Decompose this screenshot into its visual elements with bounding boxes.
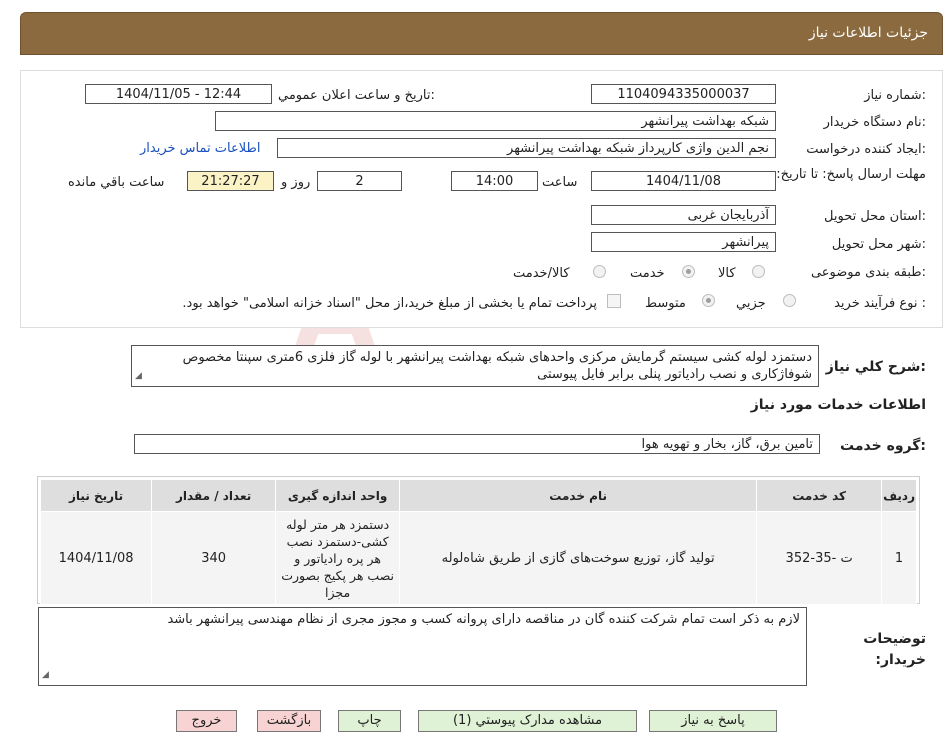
province-label: استان محل تحویل: bbox=[824, 209, 926, 224]
cell-name: تولید گاز، توزیع سوخت‌های گازی از طریق ش… bbox=[399, 511, 758, 605]
form-panel bbox=[20, 70, 943, 328]
table-row: 1 ت -35-352 تولید گاز، توزیع سوخت‌های گا… bbox=[39, 511, 917, 605]
col-name-header: نام خدمت bbox=[399, 479, 758, 512]
days-field[interactable]: 2 bbox=[317, 171, 402, 191]
page-title: جزئیات اطلاعات نیاز bbox=[808, 25, 928, 41]
category-radio-goods-service[interactable] bbox=[593, 265, 606, 278]
deadline-date-field[interactable]: 1404/11/08 bbox=[591, 171, 776, 191]
reply-button[interactable]: پاسخ به نياز bbox=[649, 710, 777, 732]
requester-field[interactable]: نجم الدين واژی کارپرداز شبکه بهداشت پیرا… bbox=[277, 138, 776, 158]
cell-quantity: 340 bbox=[151, 511, 277, 605]
days-label: روز و bbox=[281, 175, 311, 190]
announce-datetime-field[interactable]: 1404/11/05 - 12:44 bbox=[85, 84, 272, 104]
province-field[interactable]: آذربایجان غربی bbox=[591, 205, 776, 225]
col-quantity-header: تعداد / مقدار bbox=[151, 479, 277, 512]
buyer-org-field[interactable]: شبکه بهداشت پیرانشهر bbox=[215, 111, 776, 131]
services-table-container: رديف کد خدمت نام خدمت واحد اندازه گیری ت… bbox=[37, 476, 920, 605]
city-field[interactable]: پیرانشهر bbox=[591, 232, 776, 252]
category-label: طبقه بندی موضوعی: bbox=[810, 265, 926, 280]
process-label: نوع فرآیند خرید : bbox=[834, 296, 926, 311]
description-label: شرح کلي نياز: bbox=[825, 359, 926, 375]
treasury-payment-note: پرداخت تمام یا بخشی از مبلغ خرید،از محل … bbox=[182, 296, 597, 311]
requester-label: ایجاد کننده درخواست: bbox=[806, 142, 926, 157]
category-option-goods: کالا bbox=[718, 266, 736, 281]
page-header: جزئیات اطلاعات نیاز bbox=[20, 12, 943, 55]
service-group-field[interactable]: تامین برق، گاز، بخار و تهویه هوا bbox=[134, 434, 820, 454]
remaining-time-label: ساعت باقي مانده bbox=[68, 175, 165, 190]
need-number-label: شماره نیاز: bbox=[864, 88, 926, 103]
announce-label: تاریخ و ساعت اعلان عمومي: bbox=[278, 88, 435, 103]
buyer-org-label: نام دستگاه خريدار: bbox=[823, 115, 926, 130]
exit-button[interactable]: خروج bbox=[176, 710, 237, 732]
back-button[interactable]: بازگشت bbox=[257, 710, 321, 732]
deadline-time-label: ساعت bbox=[542, 175, 578, 190]
buyer-notes-label: توضیحات خریدار: bbox=[863, 631, 926, 668]
cell-unit: دستمزد هر متر لوله کشی-دستمزد نصب هر پره… bbox=[275, 511, 401, 605]
col-date-header: تاریخ نیاز bbox=[39, 479, 153, 512]
deadline-time-field[interactable]: 14:00 bbox=[451, 171, 538, 191]
process-option-small: جزيي bbox=[736, 296, 766, 311]
col-row-header: رديف bbox=[881, 479, 917, 512]
buyer-notes-textarea[interactable]: لازم به ذکر است تمام شرکت کننده گان در م… bbox=[38, 607, 807, 686]
col-unit-header: واحد اندازه گیری bbox=[275, 479, 401, 512]
city-label: شهر محل تحویل: bbox=[831, 237, 926, 252]
remaining-time-field: 21:27:27 bbox=[187, 171, 274, 191]
resize-grip-icon[interactable]: ◢ bbox=[135, 368, 142, 385]
treasury-payment-checkbox[interactable] bbox=[607, 294, 621, 308]
category-option-service: خدمت bbox=[630, 266, 665, 281]
services-section-title: اطلاعات خدمات مورد نياز bbox=[750, 397, 926, 413]
buyer-notes-text: لازم به ذکر است تمام شرکت کننده گان در م… bbox=[167, 612, 800, 627]
description-text: دستمزد لوله کشی سیستم گرمایش مرکزی واحده… bbox=[182, 350, 812, 382]
col-code-header: کد خدمت bbox=[756, 479, 883, 512]
cell-code: ت -35-352 bbox=[756, 511, 883, 605]
category-radio-service[interactable] bbox=[682, 265, 695, 278]
process-radio-small[interactable] bbox=[783, 294, 796, 307]
resize-grip-icon[interactable]: ◢ bbox=[42, 667, 49, 684]
table-header-row: رديف کد خدمت نام خدمت واحد اندازه گیری ت… bbox=[39, 479, 917, 512]
services-table: رديف کد خدمت نام خدمت واحد اندازه گیری ت… bbox=[39, 479, 917, 605]
buyer-contact-link[interactable]: اطلاعات تماس خریدار bbox=[140, 141, 260, 156]
cell-row: 1 bbox=[881, 511, 917, 605]
description-textarea[interactable]: دستمزد لوله کشی سیستم گرمایش مرکزی واحده… bbox=[131, 345, 819, 387]
cell-date: 1404/11/08 bbox=[39, 511, 153, 605]
process-option-medium: متوسط bbox=[645, 296, 686, 311]
view-attachments-button[interactable]: مشاهده مدارک پیوستي (1) bbox=[418, 710, 637, 732]
category-radio-goods[interactable] bbox=[752, 265, 765, 278]
print-button[interactable]: چاپ bbox=[338, 710, 401, 732]
deadline-label: مهلت ارسال پاسخ: تا تاریخ: bbox=[776, 167, 926, 182]
need-number-field[interactable]: 1104094335000037 bbox=[591, 84, 776, 104]
process-radio-medium[interactable] bbox=[702, 294, 715, 307]
service-group-label: گروه خدمت: bbox=[840, 438, 926, 454]
category-option-goods-service: کالا/خدمت bbox=[513, 266, 570, 281]
